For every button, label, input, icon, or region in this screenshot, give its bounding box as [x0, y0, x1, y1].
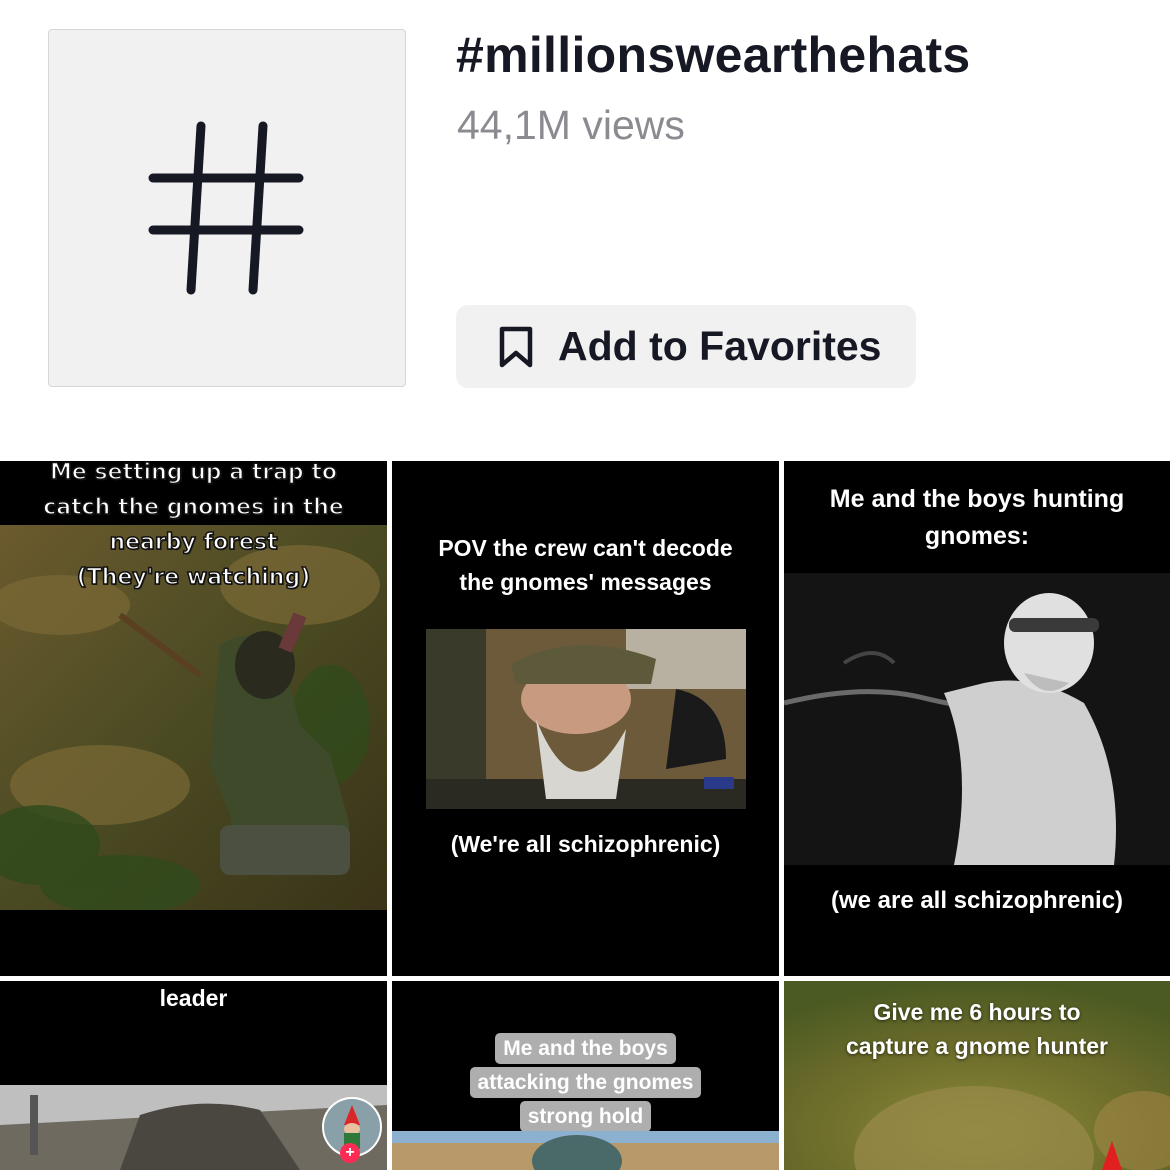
hashtag-icon: [148, 121, 304, 295]
video-thumbnail[interactable]: Give me 6 hours to capture a gnome hunte…: [784, 981, 1170, 1170]
add-to-favorites-label: Add to Favorites: [558, 323, 882, 369]
follow-plus-icon[interactable]: +: [340, 1143, 360, 1163]
video-caption-bottom: (We're all schizophrenic): [450, 831, 721, 857]
view-count: 44,1M views: [457, 102, 685, 148]
page-title: #millionswearthehats: [456, 27, 971, 83]
video-thumbnail[interactable]: Me and the boys attacking the gnomes str…: [392, 981, 779, 1170]
video-thumbnail[interactable]: leader +: [0, 981, 387, 1170]
video-caption: Give me 6 hours to capture a gnome hunte…: [846, 999, 1108, 1059]
thumbnail-image: [426, 629, 746, 809]
thumbnail-image: [784, 573, 1170, 865]
video-thumbnail[interactable]: POV the crew can't decode the gnomes' me…: [392, 461, 779, 976]
video-caption: POV the crew can't decode the gnomes' me…: [438, 535, 733, 595]
hashtag-cover: [48, 29, 406, 387]
video-caption: Me and the boys hunting gnomes:: [829, 485, 1125, 550]
video-thumbnail[interactable]: Me and the boys hunting gnomes: (we are …: [784, 461, 1170, 976]
video-caption: Me and the boys attacking the gnomes str…: [392, 1033, 779, 1132]
video-caption: Me setting up a trap to catch the gnomes…: [42, 461, 344, 591]
thumbnail-image: [392, 1131, 779, 1170]
video-thumbnail[interactable]: Me setting up a trap to catch the gnomes…: [0, 461, 387, 976]
video-caption: leader: [159, 985, 228, 1011]
video-grid: Me setting up a trap to catch the gnomes…: [0, 461, 1170, 1170]
add-to-favorites-button[interactable]: Add to Favorites: [456, 305, 916, 388]
video-caption-bottom: (we are all schizophrenic): [830, 887, 1124, 914]
bookmark-icon: [499, 326, 533, 367]
